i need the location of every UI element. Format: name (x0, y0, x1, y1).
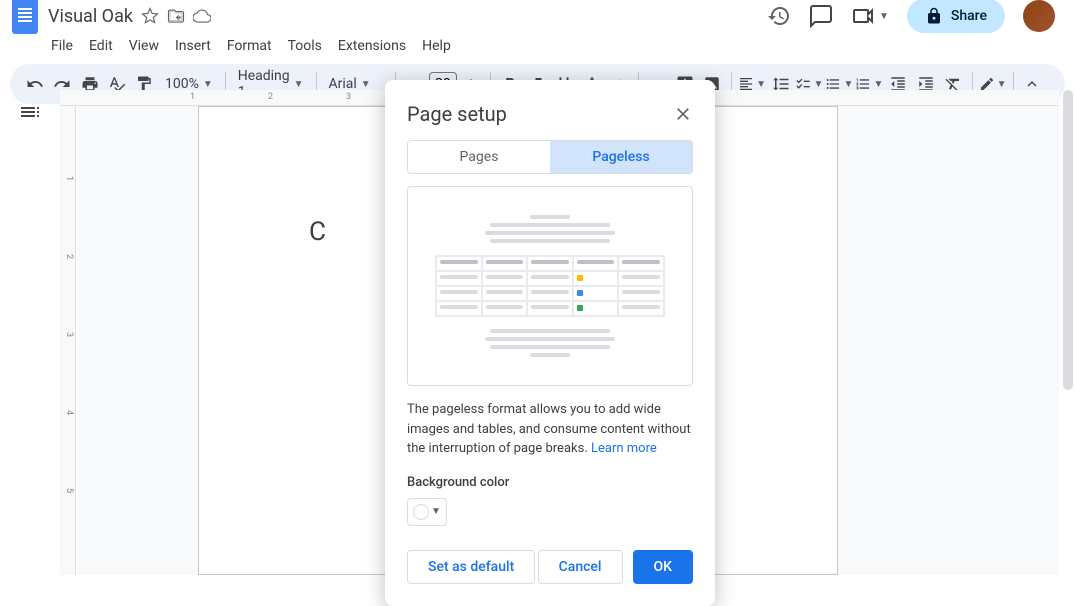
docs-app-icon[interactable] (12, 0, 38, 34)
meet-button[interactable]: ▼ (851, 4, 889, 28)
chevron-down-icon: ▼ (294, 79, 304, 90)
menu-edit[interactable]: Edit (82, 34, 120, 58)
dialog-title: Page setup (407, 102, 507, 126)
chevron-down-icon: ▼ (756, 79, 766, 90)
set-as-default-button[interactable]: Set as default (407, 550, 535, 584)
background-color-label: Background color (407, 475, 693, 490)
share-label: Share (951, 8, 987, 24)
menu-format[interactable]: Format (220, 34, 279, 58)
star-icon[interactable] (141, 7, 159, 25)
tab-pages[interactable]: Pages (408, 141, 550, 173)
account-avatar[interactable] (1023, 0, 1055, 32)
pageless-preview (407, 186, 693, 386)
chevron-down-icon: ▼ (813, 79, 823, 90)
chevron-down-icon: ▼ (879, 11, 889, 22)
chevron-down-icon: ▼ (203, 79, 213, 90)
chevron-down-icon: ▼ (997, 79, 1007, 90)
chevron-down-icon: ▼ (361, 79, 371, 90)
color-swatch-white (413, 504, 429, 520)
ok-button[interactable]: OK (633, 550, 694, 584)
history-icon[interactable] (767, 4, 791, 28)
menu-help[interactable]: Help (415, 34, 458, 58)
cloud-status-icon[interactable] (193, 7, 211, 25)
page-setup-dialog: Page setup Pages Pageless (385, 80, 715, 606)
comments-icon[interactable] (809, 4, 833, 28)
pageless-description: The pageless format allows you to add wi… (407, 400, 693, 459)
outline-icon[interactable] (18, 100, 42, 124)
scrollbar[interactable] (1063, 90, 1073, 390)
lock-icon (925, 7, 943, 25)
tab-pageless[interactable]: Pageless (550, 141, 692, 173)
menu-view[interactable]: View (122, 34, 166, 58)
menu-extensions[interactable]: Extensions (331, 34, 413, 58)
chevron-down-icon: ▼ (873, 79, 883, 90)
background-color-picker[interactable]: ▼ (407, 498, 447, 526)
menu-bar: File Edit View Insert Format Tools Exten… (0, 32, 1075, 64)
learn-more-link[interactable]: Learn more (591, 441, 657, 456)
vertical-ruler[interactable]: 1 2 3 4 5 (60, 106, 76, 575)
menu-file[interactable]: File (44, 34, 80, 58)
close-icon[interactable] (673, 104, 693, 124)
share-button[interactable]: Share (907, 0, 1005, 33)
move-folder-icon[interactable] (167, 7, 185, 25)
cancel-button[interactable]: Cancel (538, 550, 623, 584)
chevron-down-icon: ▼ (843, 79, 853, 90)
menu-insert[interactable]: Insert (168, 34, 218, 58)
menu-tools[interactable]: Tools (281, 34, 329, 58)
chevron-down-icon: ▼ (431, 506, 441, 517)
document-title[interactable]: Visual Oak (48, 6, 133, 27)
